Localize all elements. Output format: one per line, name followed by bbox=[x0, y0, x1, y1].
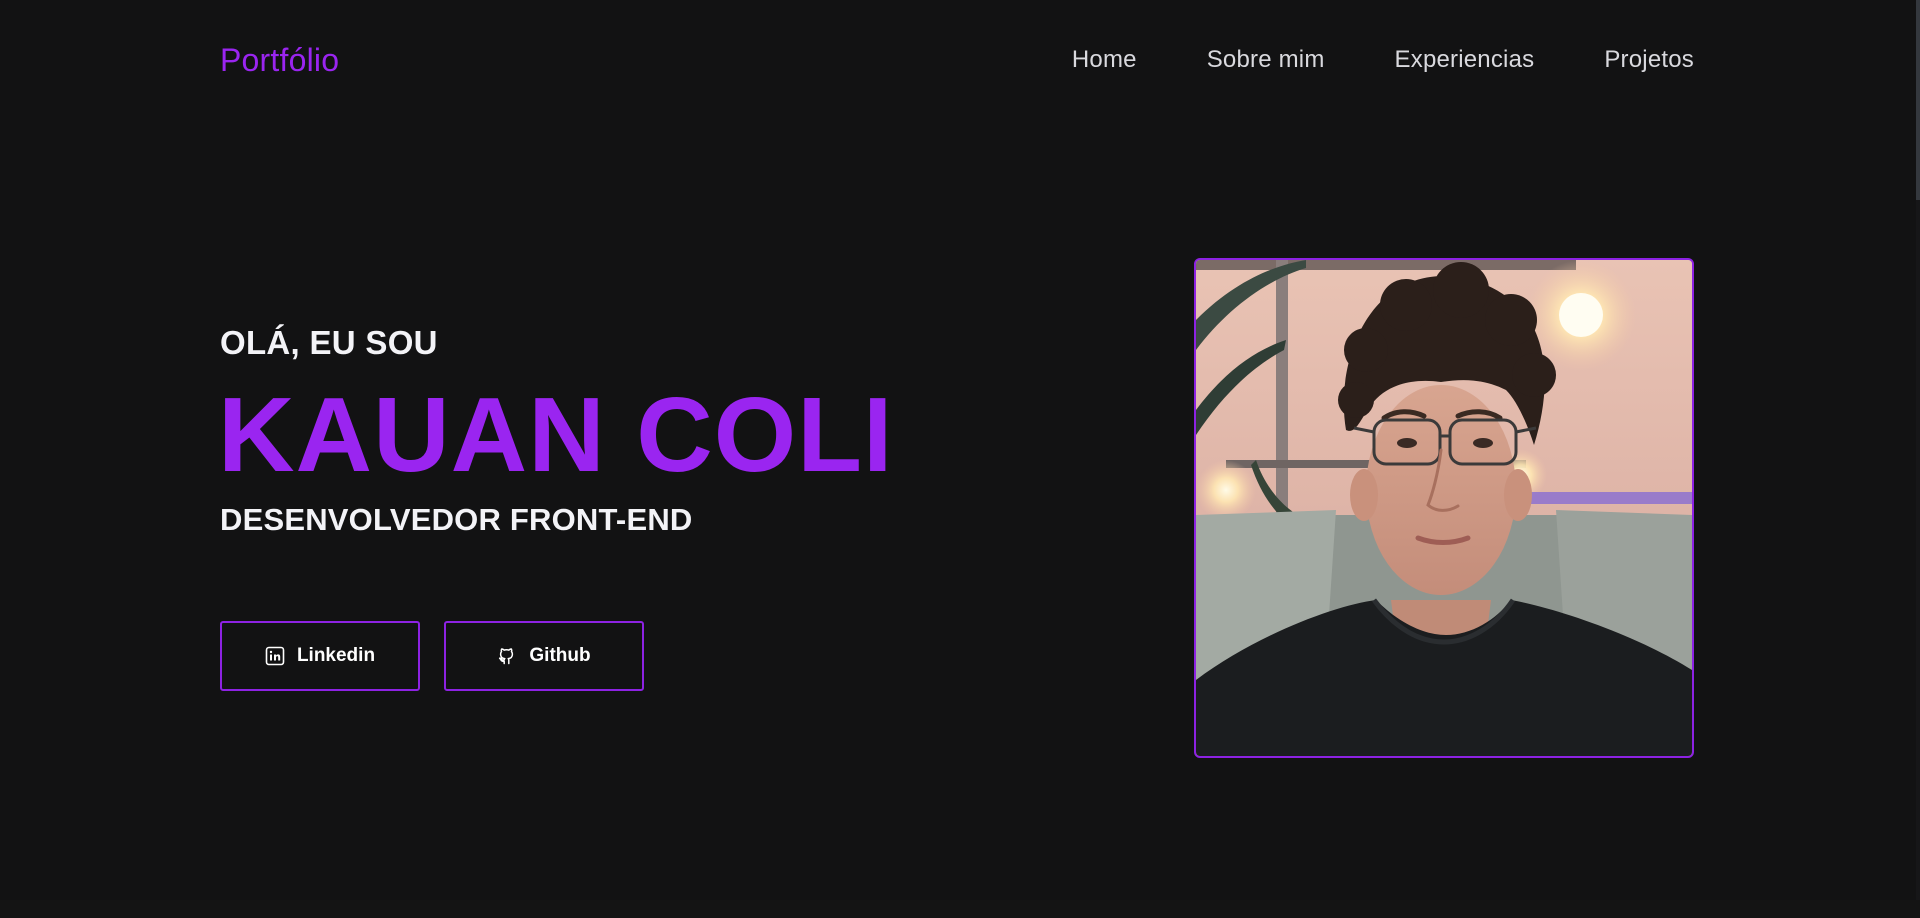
nav-links: Home Sobre mim Experiencias Projetos bbox=[1072, 46, 1694, 74]
top-nav: Portfólio Home Sobre mim Experiencias Pr… bbox=[220, 34, 1694, 86]
hero-name: KAUAN COLI bbox=[218, 376, 894, 494]
scrollbar-track[interactable] bbox=[1916, 0, 1920, 918]
profile-photo bbox=[1194, 258, 1694, 758]
nav-link-experiencias[interactable]: Experiencias bbox=[1395, 46, 1535, 74]
nav-link-home[interactable]: Home bbox=[1072, 46, 1137, 74]
brand-logo-link[interactable]: Portfólio bbox=[220, 42, 339, 79]
linkedin-button-label: Linkedin bbox=[296, 645, 376, 666]
github-button-label: Github bbox=[529, 645, 591, 666]
github-icon bbox=[497, 646, 517, 666]
hero-greeting: OLÁ, EU SOU bbox=[220, 324, 438, 361]
github-button[interactable]: Github bbox=[444, 621, 644, 691]
section-divider bbox=[0, 900, 1920, 918]
nav-link-sobre-mim[interactable]: Sobre mim bbox=[1207, 46, 1325, 74]
page: Portfólio Home Sobre mim Experiencias Pr… bbox=[0, 0, 1920, 918]
hero-role: DESENVOLVEDOR FRONT-END bbox=[220, 502, 693, 537]
nav-link-projetos[interactable]: Projetos bbox=[1604, 46, 1694, 74]
scrollbar-thumb[interactable] bbox=[1916, 0, 1920, 200]
linkedin-button[interactable]: Linkedin bbox=[220, 621, 420, 691]
linkedin-icon bbox=[265, 646, 285, 666]
